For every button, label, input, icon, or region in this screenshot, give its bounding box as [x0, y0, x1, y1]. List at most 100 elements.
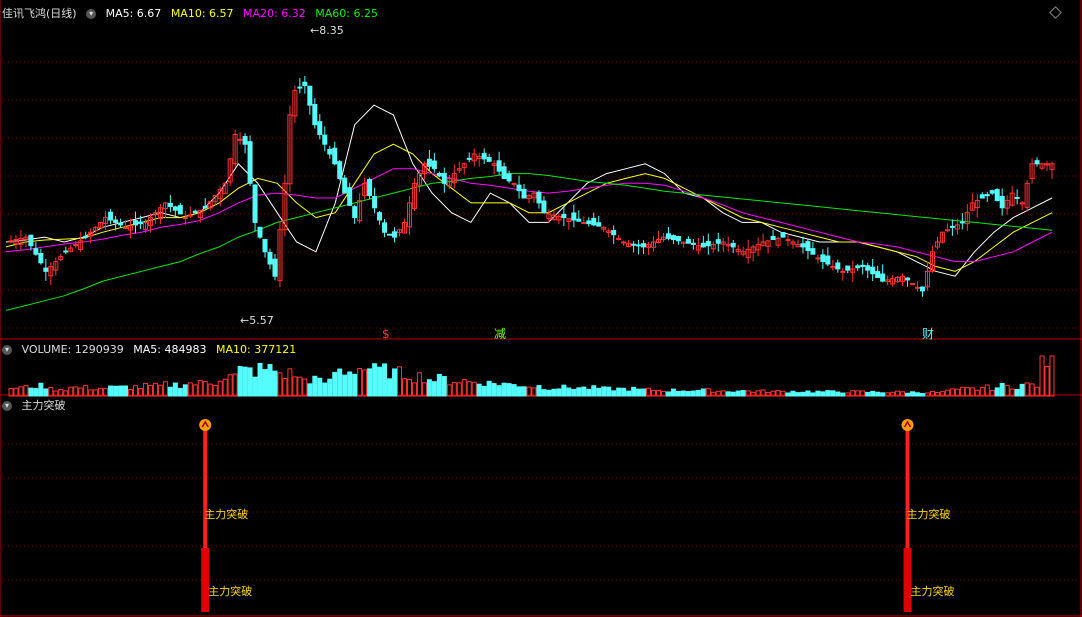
- volume-bar: [262, 369, 268, 397]
- candle-body: [596, 222, 602, 227]
- volume-bar: [1044, 365, 1050, 397]
- indicator-collapse-icon[interactable]: ▾: [2, 401, 12, 411]
- volume-bar: [695, 389, 701, 397]
- candle-body: [372, 196, 378, 209]
- candle-body: [43, 267, 49, 272]
- volume-bar: [785, 392, 791, 397]
- volume-bar: [506, 383, 512, 397]
- candle-body: [28, 234, 34, 247]
- candle-body: [182, 217, 188, 220]
- candle-body: [959, 221, 965, 224]
- candle-body: [327, 148, 333, 155]
- candle-body: [835, 262, 841, 270]
- volume-ma10-label: MA10: 377121: [215, 343, 297, 356]
- candle-body: [999, 195, 1005, 209]
- candle-body: [825, 255, 831, 265]
- candlesticks: [8, 76, 1055, 297]
- volume-bar: [337, 368, 343, 397]
- stock-title[interactable]: 佳讯飞鸿(日线): [2, 7, 77, 20]
- volume-bar: [795, 392, 801, 397]
- volume-bar: [372, 363, 378, 397]
- volume-bar: [641, 388, 647, 397]
- volume-bar: [700, 388, 706, 397]
- chart-stage: 主力突破主力突破主力突破主力突破 ←8.35←5.57$ 减财: [0, 0, 1082, 617]
- volume-collapse-icon[interactable]: ▾: [2, 345, 12, 355]
- volume-bar: [297, 376, 303, 397]
- volume-bar: [282, 378, 288, 397]
- volume-bar: [536, 385, 542, 397]
- candle-body: [780, 231, 786, 238]
- event-mark: 财: [922, 327, 934, 341]
- volume-bars: [8, 355, 1055, 397]
- volume-bar: [267, 363, 273, 397]
- volume-bar: [835, 391, 841, 397]
- volume-bar: [277, 372, 283, 397]
- volume-bar: [845, 392, 851, 397]
- candle-body: [392, 231, 398, 238]
- volume-bar: [352, 373, 358, 397]
- volume-bar: [307, 383, 313, 397]
- candle-body: [870, 266, 876, 275]
- volume-bar: [556, 388, 562, 397]
- candle-body: [496, 160, 502, 172]
- candle-body: [536, 191, 542, 204]
- volume-bar: [596, 387, 602, 397]
- volume-bar: [665, 391, 671, 397]
- volume-bar: [83, 384, 89, 397]
- volume-bar: [994, 387, 1000, 397]
- candle-body: [486, 157, 492, 162]
- volume-bar: [411, 382, 417, 397]
- candle-body: [172, 206, 178, 211]
- volume-bar: [217, 380, 223, 397]
- collapse-icon[interactable]: ▾: [86, 9, 97, 19]
- volume-bar: [576, 387, 582, 397]
- volume-bar: [566, 387, 572, 397]
- candle-body: [192, 210, 198, 214]
- candle-body: [675, 236, 681, 242]
- ma5-label: MA5: 6.67: [105, 7, 162, 20]
- candle-body: [820, 254, 826, 263]
- volume-bar: [1029, 383, 1035, 397]
- volume-bar: [292, 376, 298, 397]
- candle-body: [805, 241, 811, 252]
- volume-bar: [825, 390, 831, 397]
- candle-body: [187, 214, 193, 217]
- candle-body: [685, 238, 691, 244]
- volume-bar: [675, 390, 681, 397]
- volume-bar: [591, 385, 597, 397]
- candle-body: [571, 212, 577, 221]
- candle-body: [123, 226, 129, 229]
- volume-bar: [670, 388, 676, 397]
- candle-body: [690, 242, 696, 245]
- candle-body: [636, 244, 642, 247]
- volume-bar: [396, 366, 402, 397]
- event-mark: 减: [494, 327, 506, 341]
- candle-body: [342, 177, 348, 194]
- volume-bar: [516, 386, 522, 397]
- candle-body: [880, 273, 886, 282]
- volume-bar: [162, 381, 168, 397]
- volume-bar: [476, 383, 482, 397]
- candle-body: [436, 173, 442, 177]
- candle-body: [984, 194, 990, 197]
- candle-body: [118, 222, 124, 226]
- candle-body: [700, 242, 706, 248]
- volume-bar: [237, 366, 243, 397]
- volume-bar: [157, 384, 163, 397]
- candle-body: [541, 200, 547, 214]
- candle-body: [63, 250, 69, 253]
- candle-body: [815, 257, 821, 260]
- candle-body: [481, 153, 487, 160]
- candle-body: [621, 241, 627, 244]
- event-mark: $: [382, 327, 390, 341]
- volume-bar: [915, 392, 921, 397]
- volume-bar: [441, 376, 447, 397]
- volume-bar: [152, 382, 158, 397]
- candle-body: [33, 248, 39, 255]
- volume-bar: [690, 390, 696, 397]
- volume-bar: [880, 392, 886, 397]
- signal-bar: [201, 548, 210, 612]
- candle-body: [352, 206, 358, 219]
- ma-line-ma5: [5, 104, 1053, 277]
- candle-body: [167, 202, 173, 208]
